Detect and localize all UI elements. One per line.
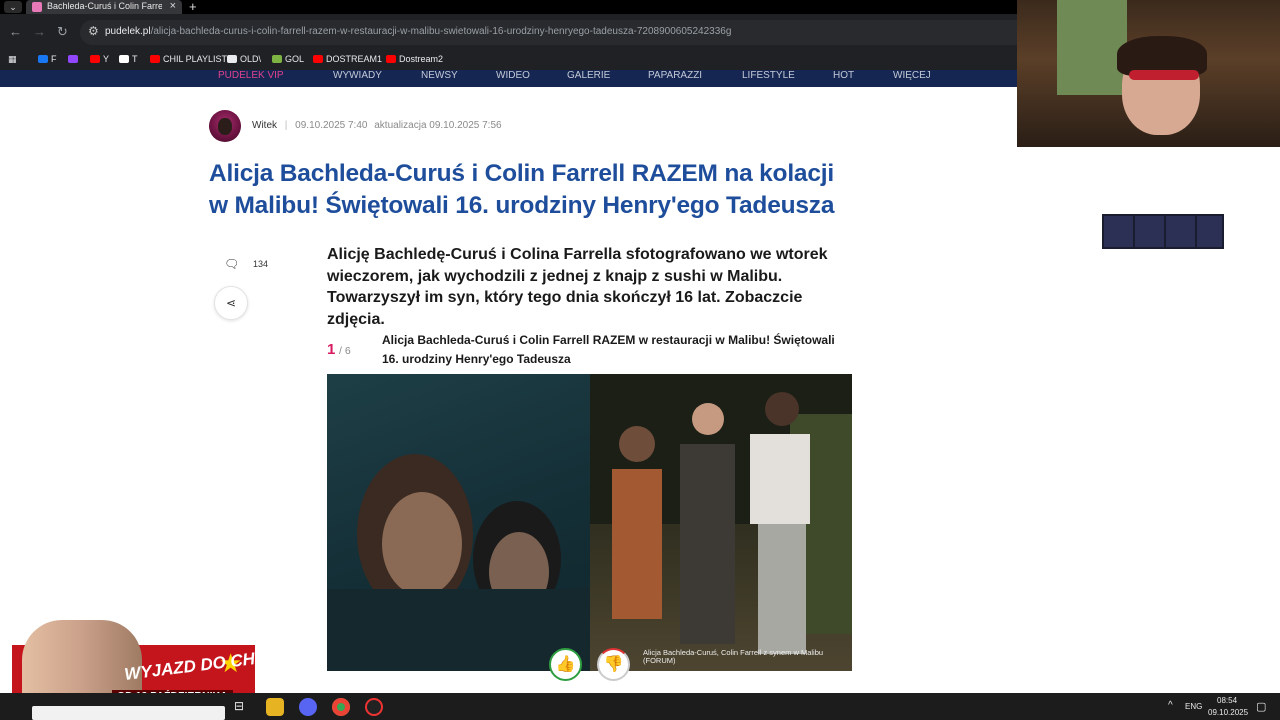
ad-thumb [1135,216,1164,247]
close-tab-icon[interactable]: × [170,0,176,12]
site-nav-item[interactable]: PAPARAZZI [648,70,702,81]
bookmark-label: OLD\ [240,54,262,64]
article-title: Alicja Bachleda-Curuś i Colin Farrell RA… [209,160,835,219]
photo-street-group [590,374,852,671]
language-indicator[interactable]: ENG [1185,702,1202,711]
notification-icon[interactable]: ▢ [1256,700,1266,713]
apps-grid-icon[interactable]: ▦ [8,54,17,65]
webcam-window-bg [1057,0,1127,95]
comment-icon[interactable]: 🗨 [224,257,239,271]
reload-icon[interactable]: ↻ [57,24,68,40]
url-domain: pudelek.pl [105,26,151,37]
headphones [1129,70,1199,80]
ad-thumb [1166,216,1195,247]
bookmark-chil-playlist-icon [150,55,160,63]
tab-title: Bachleda-Curuś i Colin Farrell RAZEM [47,1,162,11]
bookmark-dostream2-icon [386,55,396,63]
site-nav-item[interactable]: PUDELEK VIP [218,70,284,81]
publish-date: 09.10.2025 7:40 [295,120,368,131]
photo-car-interior [327,374,590,671]
new-tab-icon[interactable]: + [189,0,197,14]
site-nav-item[interactable]: GALERIE [567,70,610,81]
bookmark-dostream2[interactable]: Dostream2 [386,54,443,64]
clock-date[interactable]: 09.10.2025 [1208,708,1248,717]
pudelek-favicon-icon [32,2,42,12]
url-text: pudelek.pl/alicja-bachleda-curus-i-colin… [105,26,731,37]
article-byline: Witek | 09.10.2025 7:40 aktualizacja 09.… [252,120,502,131]
site-navigation: PUDELEK VIP WYWIADY NEWSY WIDEO GALERIE PAPAR… [0,70,1017,87]
forward-icon[interactable]: → [33,24,46,39]
bookmark-x-icon [119,55,129,63]
bookmark-folder-old[interactable]: OLD\ [227,54,261,64]
bookmark-dostream1[interactable]: DOSTREAM1 [313,54,382,64]
bookmark-gol-icon [272,55,282,63]
bookmark-twitch-icon [68,55,78,63]
like-button[interactable]: 👍 [549,648,582,681]
discord-icon[interactable] [299,698,317,716]
site-nav-item[interactable]: WYWIADY [333,70,382,81]
gallery-caption: Alicja Bachleda-Curuś i Colin Farrell RA… [382,333,835,366]
photo-car-interior-art [327,454,590,671]
site-info-icon[interactable]: ⚙ [88,24,99,38]
bookmark-twitch[interactable] [68,54,81,64]
bookmark-label: Y [103,54,110,64]
comments-count[interactable]: 134 [253,259,268,269]
bookmark-gol[interactable]: GOL [272,54,304,64]
dislike-button[interactable]: 👎 [597,648,630,681]
share-icon: ⋖ [225,296,237,310]
site-nav-item[interactable]: HOT [833,70,854,81]
author-name[interactable]: Witek [252,120,277,131]
clock-time[interactable]: 08:54 [1217,696,1237,705]
site-nav-item[interactable]: WIDEO [496,70,530,81]
bookmark-chil-playlist[interactable]: CHIL PLAYLIST [150,54,227,64]
bookmark-x[interactable]: T [119,54,138,64]
gallery-total: / 6 [339,345,351,357]
taskbar-search-box[interactable] [32,706,225,720]
bookmark-label: GOL [285,54,305,64]
obs-icon[interactable] [365,698,383,716]
bookmark-facebook-icon [38,55,48,63]
back-icon[interactable]: ← [9,24,22,39]
task-view-icon[interactable]: ⊟ [234,699,244,713]
bookmark-dostream1-icon [313,55,323,63]
bookmark-facebook[interactable]: F [38,54,57,64]
ad-thumb [1104,216,1133,247]
article-lead: Alicję Bachledę-Curuś i Colina Farrella … [327,246,828,328]
thumbs-down-icon: 👎 [603,656,624,673]
tray-expand-icon[interactable]: ^ [1168,700,1173,711]
bookmark-label: Dostream2 [399,54,444,64]
thumbs-up-icon: 👍 [555,656,576,673]
chrome-icon[interactable] [332,698,350,716]
bookmark-label: CHIL PLAYLIST [163,54,228,64]
browser-tab[interactable]: Bachleda-Curuś i Colin Farrell RAZEM × [26,0,182,14]
byline-separator: | [284,120,288,131]
site-nav-item[interactable]: WIĘCEJ [893,70,931,81]
gallery-current-index: 1 [327,341,336,358]
site-nav-item[interactable]: LIFESTYLE [742,70,795,81]
photo-street-group-art [590,374,852,654]
photo-credit: Alicja Bachleda-Curuś, Colin Farrell z s… [643,648,824,665]
url-path: /alicja-bachleda-curus-i-colin-farrell-r… [150,26,732,37]
side-ad-banner[interactable] [1102,214,1224,249]
share-button[interactable]: ⋖ [214,286,248,320]
bookmark-folder-old-icon [227,55,237,63]
site-nav-item[interactable]: NEWSY [421,70,458,81]
bookmark-label: T [132,54,138,64]
bookmark-youtube-icon [90,55,100,63]
tab-search-button[interactable]: ⌄ [4,1,22,13]
bookmark-youtube[interactable]: Y [90,54,109,64]
webcam-overlay [1017,0,1280,147]
author-avatar[interactable] [209,110,241,142]
gallery-photo[interactable]: Alicja Bachleda-Curuś, Colin Farrell z s… [327,374,852,671]
ad-thumb [1197,216,1222,247]
update-date: aktualizacja 09.10.2025 7:56 [374,120,502,131]
bookmark-label: F [51,54,57,64]
file-explorer-icon[interactable] [266,698,284,716]
bookmark-label: DOSTREAM1 [326,54,383,64]
